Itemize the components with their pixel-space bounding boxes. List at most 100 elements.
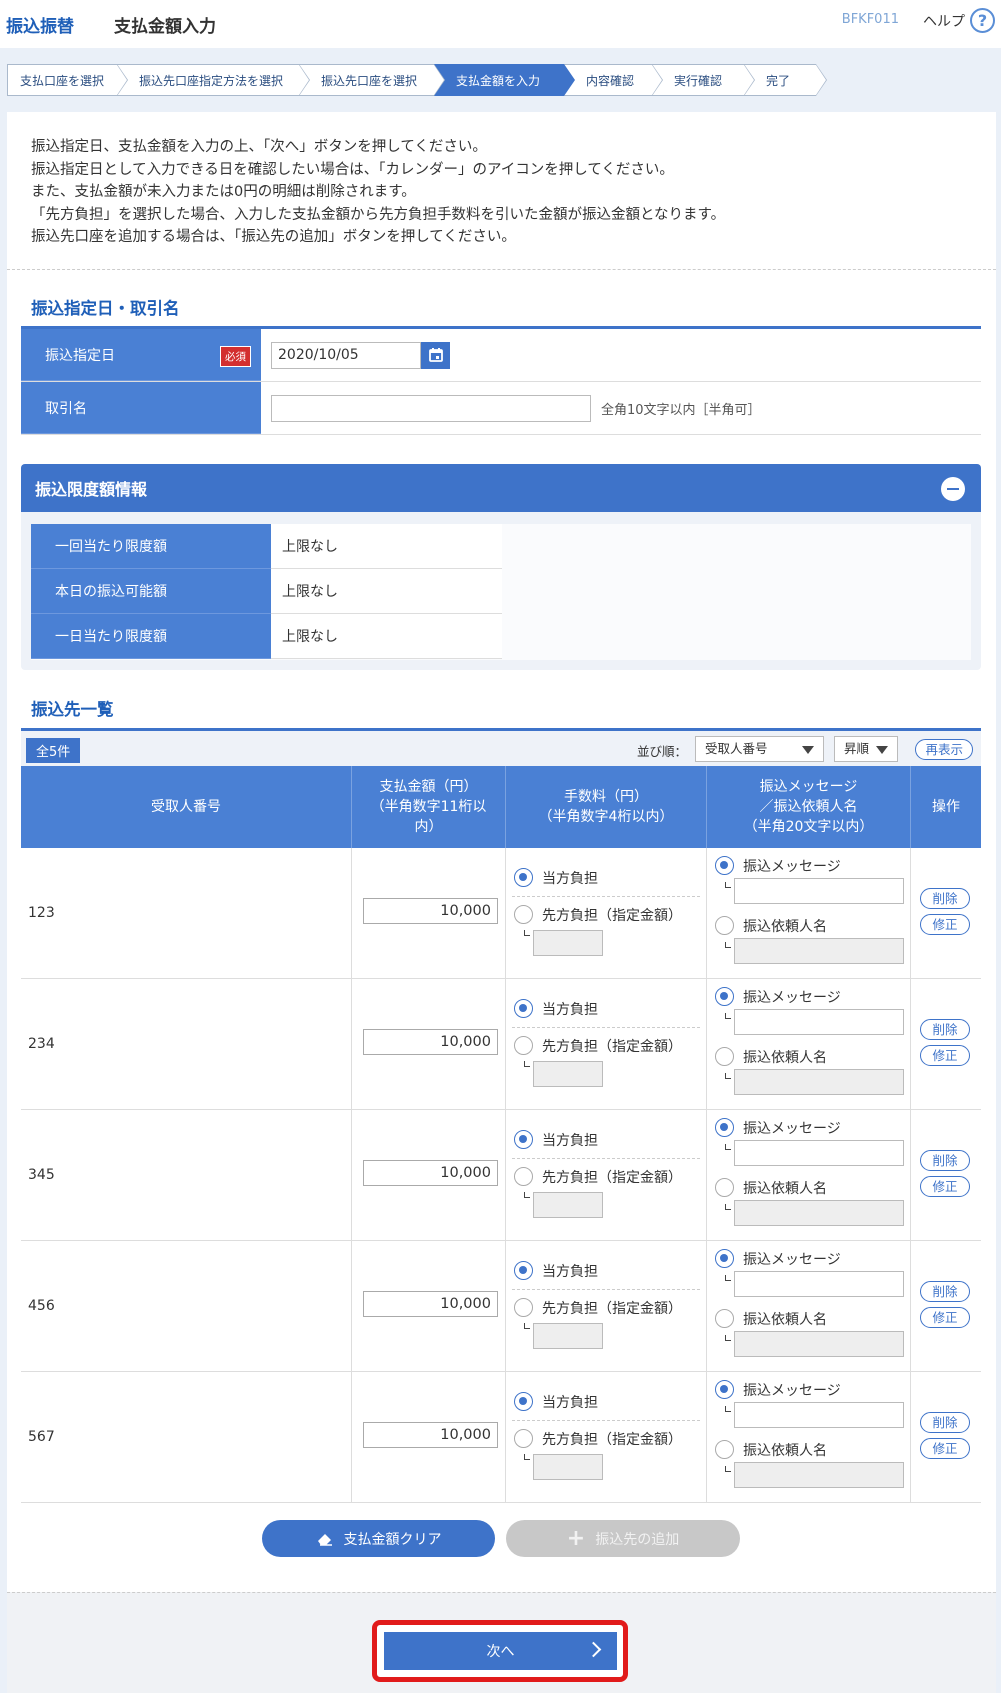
requester-radio[interactable] bbox=[715, 1047, 734, 1066]
edit-button[interactable]: 修正 bbox=[920, 1176, 970, 1197]
date-section-title: 振込指定日・取引名 bbox=[31, 299, 180, 318]
help-icon[interactable]: ? bbox=[970, 8, 995, 33]
message-radio[interactable] bbox=[715, 856, 734, 875]
requester-radio[interactable] bbox=[715, 1309, 734, 1328]
fee-self-radio[interactable] bbox=[514, 1130, 533, 1149]
add-destination-button[interactable]: + 振込先の追加 bbox=[506, 1520, 740, 1557]
indent-icon bbox=[725, 1013, 731, 1019]
fee-self-radio[interactable] bbox=[514, 1392, 533, 1411]
calendar-icon[interactable] bbox=[421, 341, 450, 369]
fee-payee-radio[interactable] bbox=[514, 1298, 533, 1317]
amount-input[interactable]: 10,000 bbox=[363, 1160, 498, 1186]
fee-self-radio[interactable] bbox=[514, 868, 533, 887]
message-label: 振込メッセージ bbox=[743, 1121, 841, 1137]
message-radio[interactable] bbox=[715, 1118, 734, 1137]
screen-id: BFKF011 bbox=[841, 12, 899, 27]
limit-info-header[interactable]: 振込限度額情報 bbox=[21, 464, 981, 512]
delete-button[interactable]: 削除 bbox=[920, 1150, 970, 1171]
fee-payee-label: 先方負担（指定金額） bbox=[542, 908, 682, 924]
requester-input[interactable] bbox=[734, 938, 904, 964]
requester-input[interactable] bbox=[734, 1069, 904, 1095]
indent-icon bbox=[524, 1323, 530, 1329]
delete-button[interactable]: 削除 bbox=[920, 1019, 970, 1040]
fee-payee-label: 先方負担（指定金額） bbox=[542, 1170, 682, 1186]
requester-input[interactable] bbox=[734, 1331, 904, 1357]
indent-icon bbox=[524, 1454, 530, 1460]
message-input[interactable] bbox=[734, 1140, 904, 1166]
payee-fee-input[interactable] bbox=[533, 1192, 603, 1218]
requester-input[interactable] bbox=[734, 1200, 904, 1226]
edit-button[interactable]: 修正 bbox=[920, 1438, 970, 1459]
recipient-number: 567 bbox=[21, 1372, 352, 1502]
payee-fee-input[interactable] bbox=[533, 1454, 603, 1480]
fee-payee-radio[interactable] bbox=[514, 1167, 533, 1186]
requester-radio[interactable] bbox=[715, 1178, 734, 1197]
fee-self-radio[interactable] bbox=[514, 1261, 533, 1280]
edit-button[interactable]: 修正 bbox=[920, 1045, 970, 1066]
delete-button[interactable]: 削除 bbox=[920, 1412, 970, 1433]
message-input[interactable] bbox=[734, 1271, 904, 1297]
limit-value: 上限なし bbox=[271, 569, 502, 614]
message-label: 振込メッセージ bbox=[743, 1383, 841, 1399]
help-link[interactable]: ヘルプ bbox=[923, 11, 965, 31]
app-title: 振込振替 bbox=[6, 16, 74, 37]
sort-field-select[interactable]: 受取人番号 bbox=[695, 736, 824, 762]
table-row: 345 10,000 当方負担 先方負担（指定金額） 振込メッセージ 振込依頼人… bbox=[21, 1110, 981, 1241]
transaction-name-input[interactable] bbox=[271, 394, 591, 422]
payee-fee-input[interactable] bbox=[533, 1323, 603, 1349]
message-radio[interactable] bbox=[715, 1249, 734, 1268]
recipient-number: 123 bbox=[21, 848, 352, 978]
fee-self-label: 当方負担 bbox=[542, 871, 598, 887]
amount-input[interactable]: 10,000 bbox=[363, 1291, 498, 1317]
amount-input[interactable]: 10,000 bbox=[363, 898, 498, 924]
delete-button[interactable]: 削除 bbox=[920, 888, 970, 909]
fee-self-radio[interactable] bbox=[514, 999, 533, 1018]
limit-row: 一回当たり限度額 上限なし bbox=[31, 524, 971, 569]
recipient-number: 456 bbox=[21, 1241, 352, 1371]
payee-fee-input[interactable] bbox=[533, 1061, 603, 1087]
requester-label: 振込依頼人名 bbox=[743, 1050, 827, 1066]
amount-input[interactable]: 10,000 bbox=[363, 1029, 498, 1055]
indent-icon bbox=[725, 942, 731, 948]
message-input[interactable] bbox=[734, 878, 904, 904]
edit-button[interactable]: 修正 bbox=[920, 1307, 970, 1328]
fee-payee-radio[interactable] bbox=[514, 1036, 533, 1055]
indent-icon bbox=[524, 930, 530, 936]
limit-row: 本日の振込可能額 上限なし bbox=[31, 569, 971, 614]
limit-label: 本日の振込可能額 bbox=[31, 569, 271, 614]
header-amount: 支払金額（円） （半角数字11桁以 内） bbox=[352, 766, 506, 848]
instruction-line: 振込指定日、支払金額を入力の上、「次へ」ボタンを押してください。 bbox=[31, 139, 487, 155]
main-panel: 振込指定日、支払金額を入力の上、「次へ」ボタンを押してください。 振込指定日とし… bbox=[7, 112, 996, 1693]
page-title: 支払金額入力 bbox=[114, 16, 216, 37]
payee-fee-input[interactable] bbox=[533, 930, 603, 956]
fee-payee-radio[interactable] bbox=[514, 1429, 533, 1448]
delete-button[interactable]: 削除 bbox=[920, 1281, 970, 1302]
chevron-down-icon bbox=[876, 746, 888, 754]
requester-label: 振込依頼人名 bbox=[743, 1181, 827, 1197]
eraser-icon bbox=[317, 1533, 332, 1546]
collapse-icon[interactable] bbox=[941, 477, 965, 501]
message-radio[interactable] bbox=[715, 987, 734, 1006]
requester-input[interactable] bbox=[734, 1462, 904, 1488]
date-row: 振込指定日 必須 2020/10/05 bbox=[21, 329, 981, 382]
limit-label: 一回当たり限度額 bbox=[31, 524, 271, 569]
step-confirm: 内容確認 bbox=[564, 64, 663, 96]
fee-payee-radio[interactable] bbox=[514, 905, 533, 924]
amount-input[interactable]: 10,000 bbox=[363, 1422, 498, 1448]
next-button[interactable]: 次へ bbox=[384, 1632, 617, 1670]
table-row: 123 10,000 当方負担 先方負担（指定金額） 振込メッセージ 振込依頼人… bbox=[21, 848, 981, 979]
requester-label: 振込依頼人名 bbox=[743, 1443, 827, 1459]
requester-radio[interactable] bbox=[715, 1440, 734, 1459]
requester-radio[interactable] bbox=[715, 916, 734, 935]
message-radio[interactable] bbox=[715, 1380, 734, 1399]
redisplay-button[interactable]: 再表示 bbox=[915, 739, 973, 760]
sort-order-select[interactable]: 昇順 bbox=[834, 736, 898, 762]
name-row: 取引名 全角10文字以内［半角可］ bbox=[21, 382, 981, 435]
message-input[interactable] bbox=[734, 1402, 904, 1428]
message-input[interactable] bbox=[734, 1009, 904, 1035]
message-label: 振込メッセージ bbox=[743, 859, 841, 875]
clear-amount-button[interactable]: 支払金額クリア bbox=[262, 1520, 495, 1557]
edit-button[interactable]: 修正 bbox=[920, 914, 970, 935]
transfer-date-input[interactable]: 2020/10/05 bbox=[271, 341, 421, 369]
list-section-title: 振込先一覧 bbox=[31, 700, 114, 719]
